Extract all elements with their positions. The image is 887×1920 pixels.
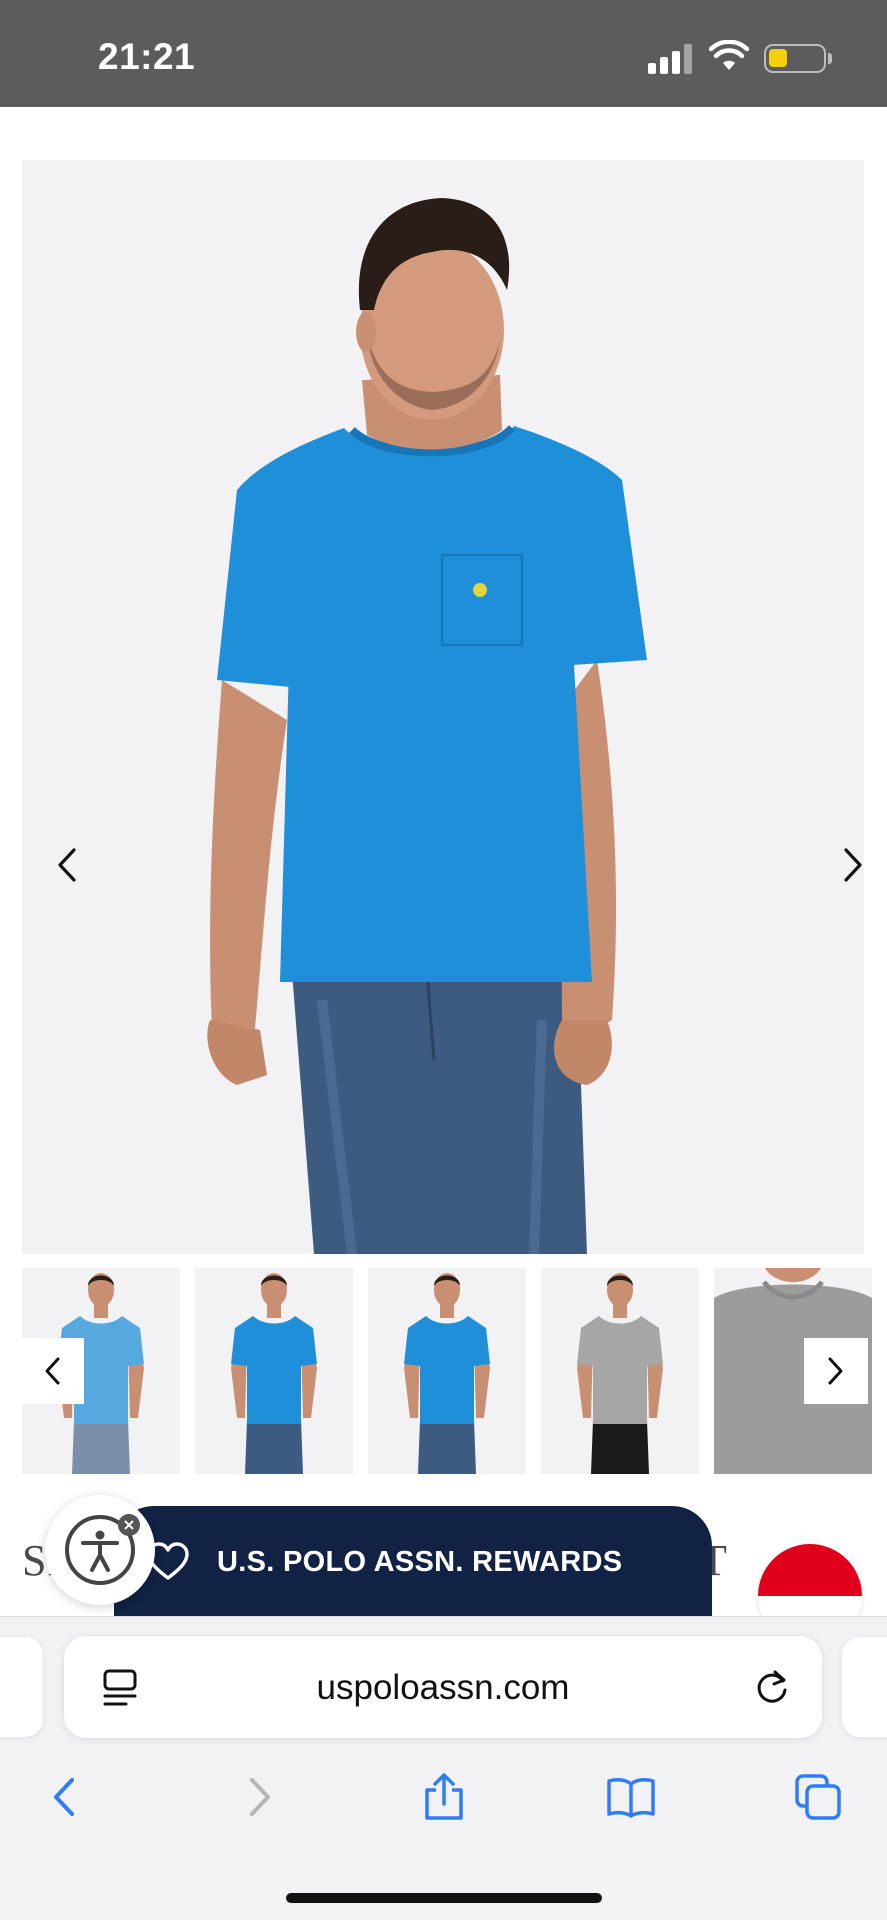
forward-icon bbox=[250, 1778, 270, 1816]
close-icon bbox=[124, 1520, 134, 1530]
bookmarks-icon bbox=[607, 1778, 655, 1818]
accessibility-icon bbox=[81, 1530, 119, 1572]
flag-icon bbox=[758, 1544, 862, 1596]
share-icon bbox=[425, 1773, 463, 1820]
chevron-right-icon bbox=[844, 848, 862, 882]
url-text[interactable]: uspoloassn.com bbox=[64, 1668, 822, 1708]
thumbnail-strip bbox=[22, 1268, 887, 1474]
wifi-icon bbox=[709, 40, 749, 70]
next-tab-preview[interactable] bbox=[842, 1637, 887, 1737]
status-time: 21:21 bbox=[98, 36, 196, 77]
share-button[interactable] bbox=[414, 1767, 474, 1827]
status-bar: 21:21 bbox=[0, 0, 887, 107]
accessibility-button[interactable] bbox=[45, 1495, 155, 1605]
chevron-right-icon bbox=[828, 1357, 843, 1385]
thumbnail-photo bbox=[577, 1273, 663, 1474]
battery-tip bbox=[828, 53, 832, 64]
tabs-button[interactable] bbox=[788, 1767, 848, 1827]
previous-tab-preview[interactable] bbox=[0, 1637, 43, 1737]
hero-prev-button[interactable] bbox=[42, 835, 92, 895]
product-main-image[interactable] bbox=[22, 160, 864, 1254]
browser-toolbar: uspoloassn.com bbox=[0, 1616, 887, 1920]
thumbnail-next-button[interactable] bbox=[804, 1338, 868, 1404]
home-indicator bbox=[286, 1893, 602, 1903]
back-button[interactable] bbox=[36, 1767, 96, 1827]
model-photo bbox=[207, 198, 647, 1254]
reload-icon[interactable] bbox=[752, 1668, 792, 1708]
thumbnail-photo bbox=[231, 1273, 317, 1474]
thumbnail-3[interactable] bbox=[368, 1268, 526, 1474]
back-icon bbox=[54, 1778, 74, 1816]
bookmarks-button[interactable] bbox=[601, 1767, 661, 1827]
cellular-signal-icon bbox=[648, 44, 692, 74]
rewards-label: U.S. POLO ASSN. REWARDS bbox=[217, 1546, 623, 1578]
forward-button[interactable] bbox=[228, 1767, 288, 1827]
tabs-icon bbox=[795, 1774, 841, 1820]
thumbnail-2[interactable] bbox=[195, 1268, 353, 1474]
chevron-left-icon bbox=[45, 1357, 60, 1385]
thumbnail-photo bbox=[404, 1273, 490, 1474]
thumbnail-4[interactable] bbox=[541, 1268, 699, 1474]
battery-level bbox=[769, 49, 788, 67]
thumbnail-prev-button[interactable] bbox=[20, 1338, 84, 1404]
battery-icon bbox=[764, 44, 826, 73]
chevron-left-icon bbox=[58, 848, 76, 882]
rewards-banner[interactable]: U.S. POLO ASSN. REWARDS bbox=[114, 1506, 712, 1616]
address-bar[interactable]: uspoloassn.com bbox=[64, 1636, 822, 1738]
accessibility-close-button[interactable] bbox=[118, 1514, 140, 1536]
hero-next-button[interactable] bbox=[828, 835, 864, 895]
